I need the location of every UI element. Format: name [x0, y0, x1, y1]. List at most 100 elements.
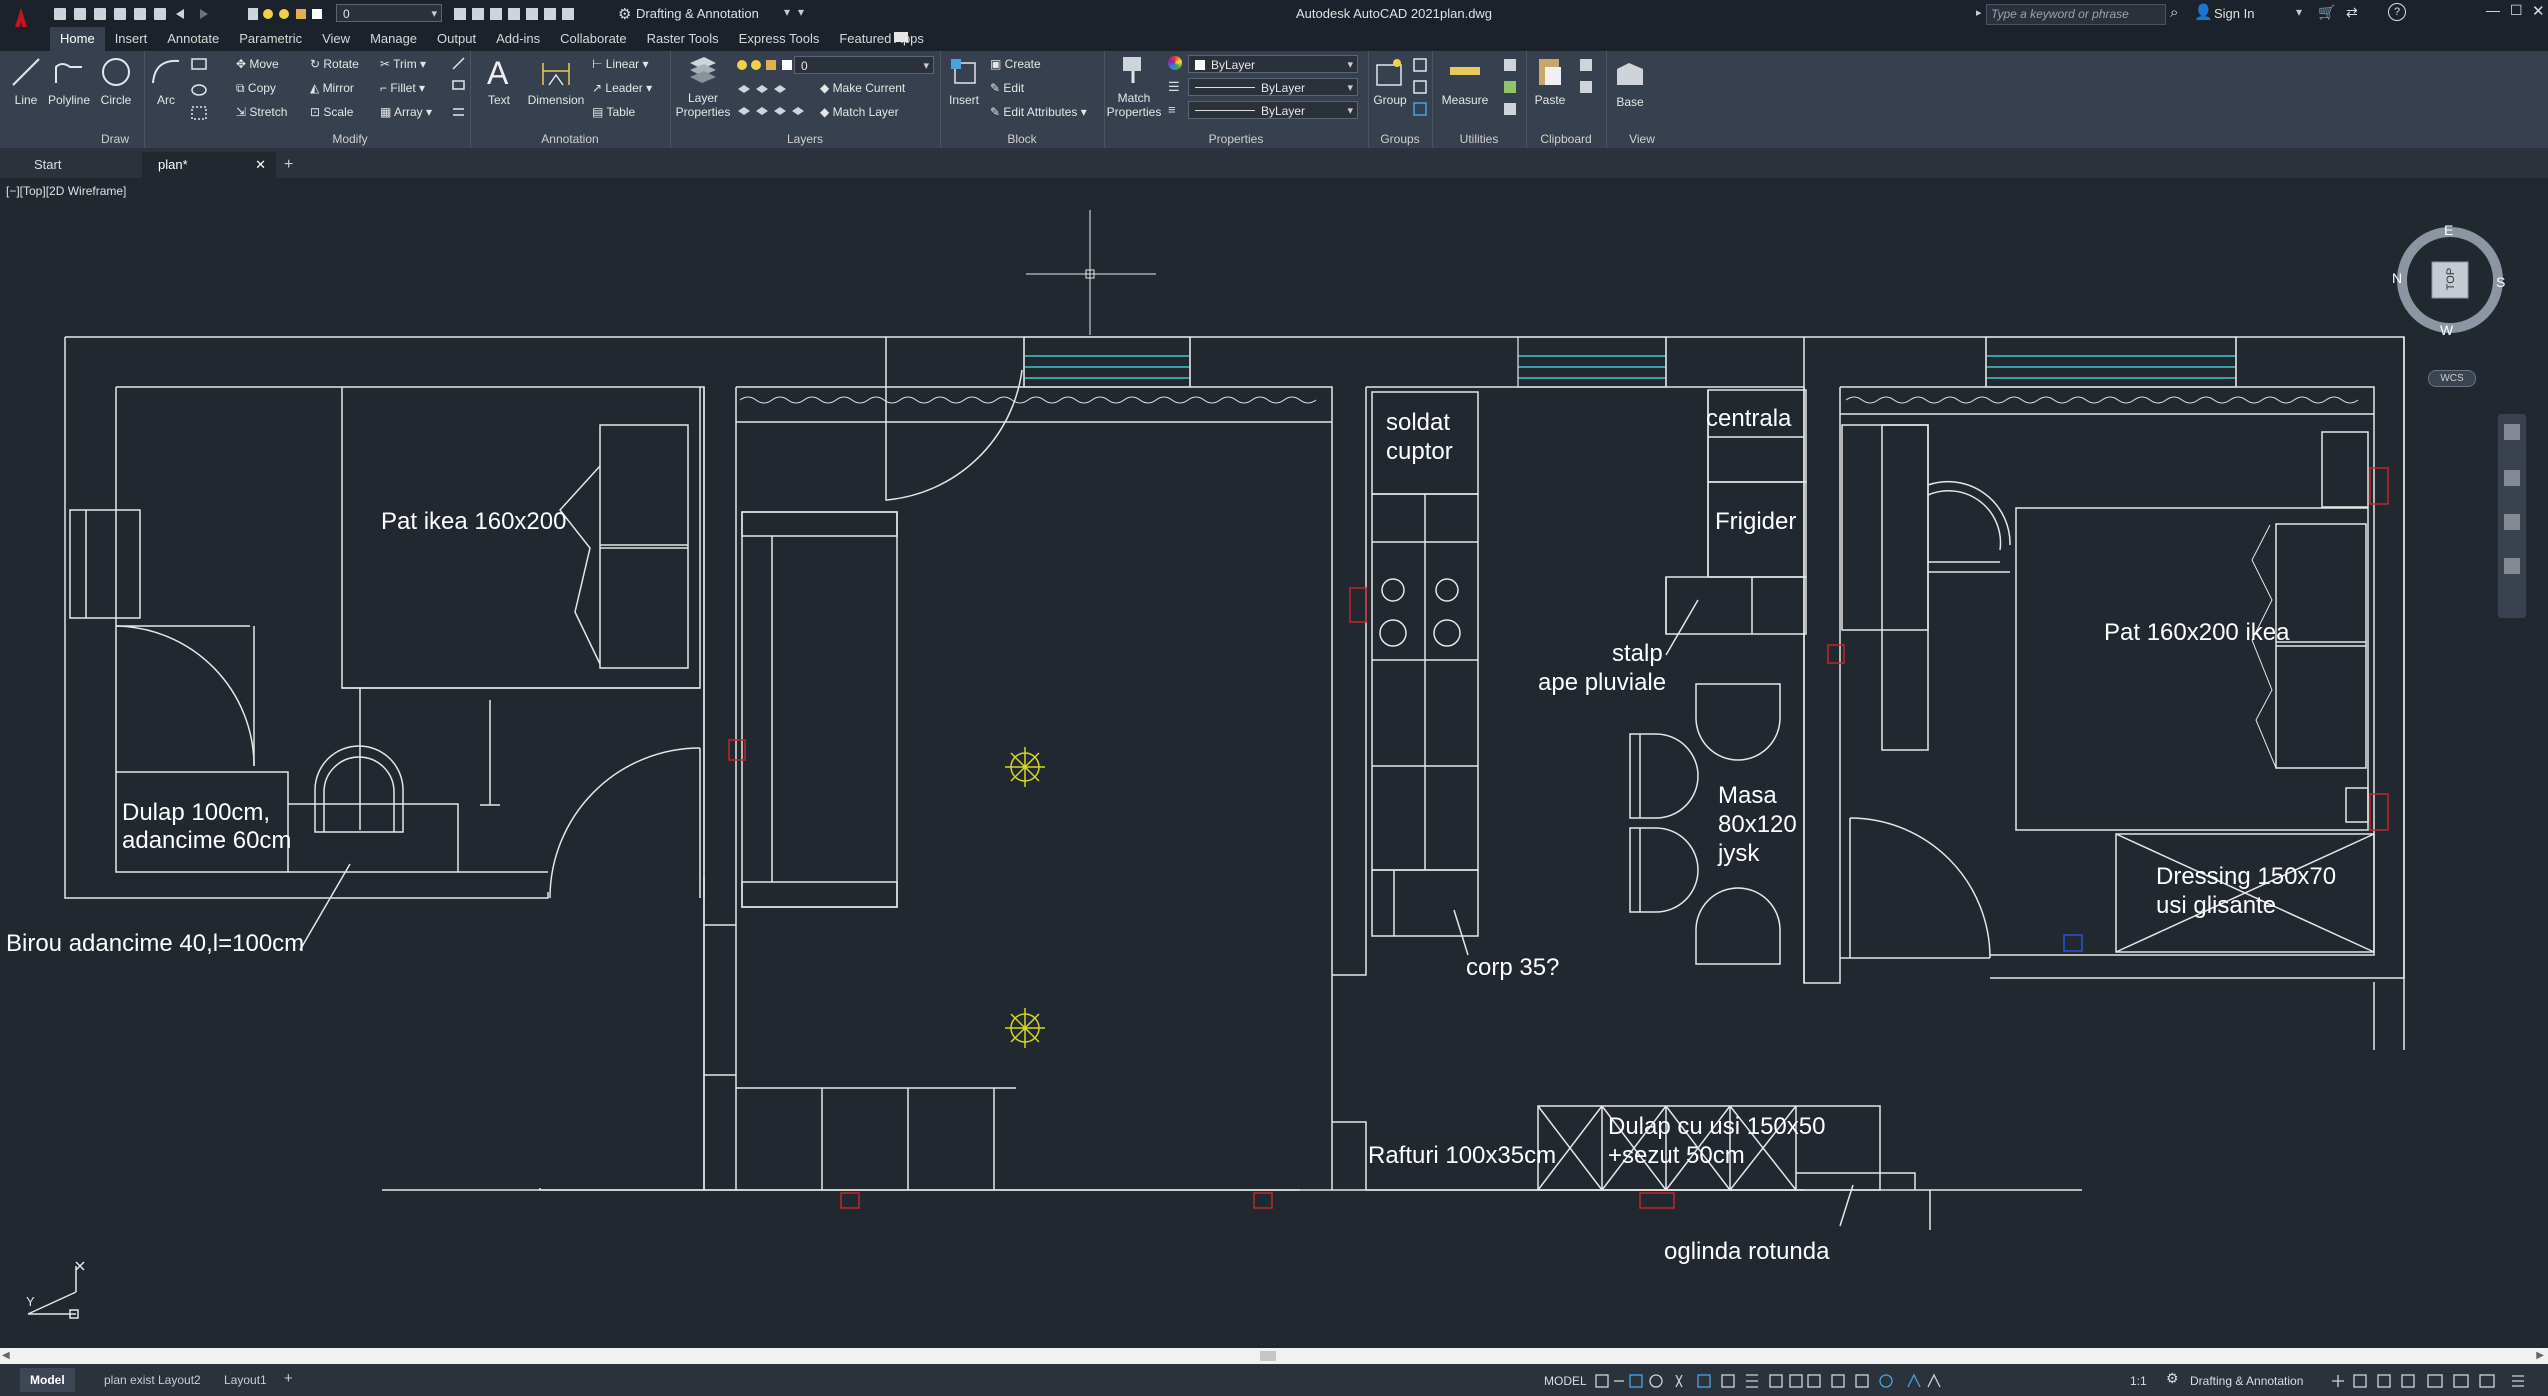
groups-panel-title[interactable]: Groups: [1368, 132, 1432, 146]
insert-button[interactable]: Insert: [942, 55, 986, 107]
scroll-right-icon[interactable]: ▶: [2536, 1350, 2544, 1361]
workspace-switcher[interactable]: Drafting & Annotation: [636, 6, 759, 21]
utility-tool-icons[interactable]: [1502, 57, 1520, 124]
view-panel-title[interactable]: View: [1606, 132, 1678, 146]
leader-button[interactable]: ↗ Leader ▾: [592, 81, 652, 95]
match-layer-button[interactable]: ◆ Match Layer: [820, 105, 899, 119]
tab-add-ins[interactable]: Add-ins: [486, 27, 550, 51]
qa-layer-combo[interactable]: 0: [336, 4, 442, 23]
viewcube-w[interactable]: W: [2440, 322, 2453, 338]
navigation-bar[interactable]: [2498, 414, 2526, 618]
color-combo[interactable]: ByLayer: [1188, 55, 1358, 74]
tab-manage[interactable]: Manage: [360, 27, 427, 51]
viewcube-s[interactable]: S: [2496, 274, 2505, 290]
layers-panel-title[interactable]: Layers: [670, 132, 940, 146]
layer-state-icons[interactable]: [736, 57, 794, 78]
wcs-menu[interactable]: WCS: [2428, 370, 2476, 387]
match-properties-button[interactable]: Match Properties: [1104, 53, 1164, 119]
scroll-thumb[interactable]: [1260, 1351, 1276, 1361]
lineweight-combo[interactable]: ByLayer: [1188, 101, 1358, 120]
fillet-button[interactable]: ⌐ Fillet ▾: [380, 81, 425, 95]
circle-button[interactable]: Circle: [96, 55, 136, 107]
clipboard-tool-icons[interactable]: [1578, 57, 1596, 102]
search-icon[interactable]: ⌕: [2170, 4, 2178, 21]
group-button[interactable]: Group: [1372, 55, 1408, 107]
layout-tab-model[interactable]: Model: [20, 1368, 75, 1392]
workspace-status[interactable]: Drafting & Annotation: [2190, 1374, 2303, 1388]
utilities-panel-title[interactable]: Utilities: [1432, 132, 1526, 146]
tab-plan[interactable]: plan* ✕: [142, 152, 276, 178]
modify-extra-icons[interactable]: [450, 55, 468, 130]
trim-button[interactable]: ✂ Trim ▾: [380, 57, 426, 71]
workspace-gear-icon[interactable]: ⚙: [618, 5, 631, 23]
workspace-gear-status-icon[interactable]: ⚙: [2166, 1370, 2179, 1387]
create-block-button[interactable]: ▣ Create: [990, 57, 1041, 71]
tab-collaborate[interactable]: Collaborate: [550, 27, 637, 51]
viewcube-e[interactable]: E: [2444, 222, 2453, 238]
viewcube-n[interactable]: N: [2392, 270, 2402, 286]
layer-combo[interactable]: 0: [794, 56, 934, 75]
tab-parametric[interactable]: Parametric: [229, 27, 312, 51]
edit-attributes-button[interactable]: ✎ Edit Attributes ▾: [990, 105, 1087, 119]
stretch-button[interactable]: ⇲ Stretch: [236, 105, 287, 119]
layer-properties-button[interactable]: Layer Properties: [674, 53, 732, 119]
tab-featured-apps[interactable]: Featured Apps: [829, 27, 934, 51]
new-tab-icon[interactable]: +: [284, 156, 293, 174]
modify-panel-title[interactable]: Modify: [230, 132, 470, 146]
scroll-left-icon[interactable]: ◀: [2, 1350, 10, 1361]
workspace-dropdown-icon[interactable]: ▾: [784, 5, 790, 19]
help-icon[interactable]: ?: [2388, 3, 2406, 21]
layout-tab-layout1[interactable]: Layout1: [214, 1368, 277, 1392]
annotation-panel-title[interactable]: Annotation: [470, 132, 670, 146]
sign-in-button[interactable]: Sign In: [2214, 6, 2254, 21]
properties-panel-title[interactable]: Properties: [1104, 132, 1368, 146]
draw-panel-title[interactable]: Draw: [0, 132, 230, 146]
clipboard-panel-title[interactable]: Clipboard: [1526, 132, 1606, 146]
linetype-combo[interactable]: ByLayer: [1188, 78, 1358, 97]
viewcube-top[interactable]: TOP: [2445, 268, 2457, 290]
exchange-icon[interactable]: ⇄: [2346, 4, 2358, 21]
edit-block-button[interactable]: ✎ Edit: [990, 81, 1024, 95]
qat-customize-icon[interactable]: ▾: [798, 5, 804, 19]
copy-button[interactable]: ⧉ Copy: [236, 81, 276, 96]
tab-annotate[interactable]: Annotate: [157, 27, 229, 51]
draw-small-tools[interactable]: [188, 55, 228, 125]
new-layout-icon[interactable]: +: [284, 1370, 293, 1387]
text-button[interactable]: A Text: [482, 55, 516, 107]
close-icon[interactable]: ✕: [2532, 2, 2545, 20]
annotation-scale[interactable]: 1:1: [2130, 1374, 2147, 1388]
base-button[interactable]: Base: [1610, 57, 1650, 109]
horizontal-scrollbar[interactable]: ◀ ▶: [0, 1348, 2548, 1364]
tab-insert[interactable]: Insert: [105, 27, 158, 51]
table-button[interactable]: ▤ Table: [592, 105, 635, 119]
tab-express-tools[interactable]: Express Tools: [729, 27, 830, 51]
move-button[interactable]: ✥ Move: [236, 57, 279, 71]
minimize-icon[interactable]: —: [2486, 2, 2500, 18]
cart-icon[interactable]: 🛒: [2318, 4, 2335, 21]
sign-in-dropdown-icon[interactable]: ▾: [2296, 5, 2302, 19]
line-button[interactable]: Line: [6, 55, 46, 107]
array-button[interactable]: ▦ Array ▾: [380, 105, 432, 119]
status-toggle-icons[interactable]: [1594, 1372, 2134, 1395]
polyline-button[interactable]: Polyline: [46, 55, 92, 107]
layer-tool-icons[interactable]: [736, 81, 816, 126]
tab-output[interactable]: Output: [427, 27, 486, 51]
close-tab-icon[interactable]: ✕: [255, 152, 266, 178]
tab-start[interactable]: Start: [20, 152, 75, 178]
ribbon-minimize-icon[interactable]: [894, 32, 908, 42]
status-right-icons[interactable]: [2332, 1372, 2542, 1395]
make-current-button[interactable]: ◆ Make Current: [820, 81, 905, 95]
maximize-icon[interactable]: ☐: [2510, 2, 2523, 19]
tab-raster-tools[interactable]: Raster Tools: [637, 27, 729, 51]
block-panel-title[interactable]: Block: [940, 132, 1104, 146]
dimension-button[interactable]: Dimension: [526, 55, 586, 107]
tab-home[interactable]: Home: [50, 27, 105, 51]
paste-button[interactable]: Paste: [1530, 55, 1570, 107]
scale-button[interactable]: ⊡ Scale: [310, 105, 353, 119]
drawing-canvas[interactable]: [−][Top][2D Wireframe] Pat ikea 160x200 …: [0, 178, 2548, 1348]
mirror-button[interactable]: ◭ Mirror: [310, 81, 354, 95]
layout-tab-layout2[interactable]: Layout2: [148, 1368, 211, 1392]
rotate-button[interactable]: ↻ Rotate: [310, 57, 359, 71]
linear-button[interactable]: ⊢ Linear ▾: [592, 57, 649, 71]
user-icon[interactable]: 👤: [2194, 3, 2213, 21]
